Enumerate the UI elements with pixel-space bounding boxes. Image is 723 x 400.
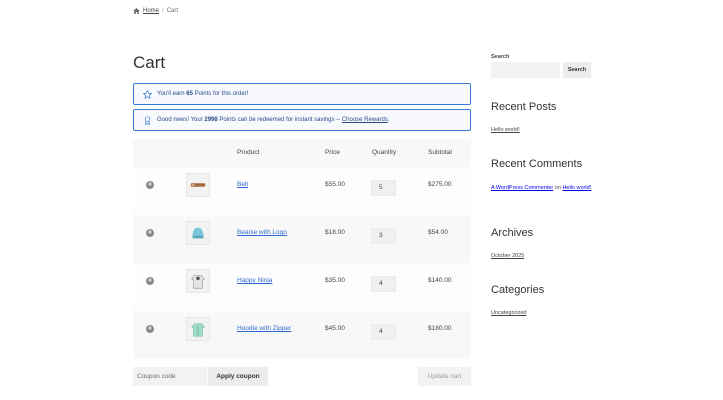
recent-posts-heading: Recent Posts bbox=[491, 101, 557, 113]
archives-heading: Archives bbox=[491, 227, 534, 239]
breadcrumb-current: Cart bbox=[166, 8, 179, 14]
recent-post-link[interactable]: Hello world! bbox=[491, 127, 520, 133]
sidebar-search-label: Search bbox=[491, 54, 510, 60]
product-price: $18.00 bbox=[325, 229, 345, 236]
choose-rewards-link[interactable]: Choose Rewards bbox=[342, 117, 388, 123]
breadcrumb: Home / Cart bbox=[133, 8, 178, 14]
points-redeem-notice: Good news! Your 2998 Points can be redee… bbox=[133, 109, 471, 131]
header-subtotal: Subtotal bbox=[428, 149, 452, 156]
quantity-input[interactable]: 4 bbox=[371, 324, 396, 340]
breadcrumb-home-link[interactable]: Home bbox=[143, 8, 159, 14]
home-icon bbox=[133, 8, 140, 14]
product-thumbnail[interactable] bbox=[186, 173, 210, 197]
remove-item-button[interactable]: × bbox=[146, 325, 154, 333]
category-link[interactable]: Uncategorized bbox=[491, 310, 526, 316]
remove-item-button[interactable]: × bbox=[146, 277, 154, 285]
sidebar-search-input[interactable] bbox=[491, 62, 560, 78]
archive-link[interactable]: October 2025 bbox=[491, 253, 524, 259]
table-row: × Hoodie with Zipper $45.00 4 $180.00 bbox=[133, 311, 471, 359]
cart-table: Product Price Quantity Subtotal × Belt $… bbox=[133, 139, 471, 359]
update-cart-button[interactable]: Update cart bbox=[418, 367, 471, 386]
hoodie-icon bbox=[191, 275, 205, 289]
product-name-link[interactable]: Hoodie with Zipper bbox=[237, 325, 291, 332]
recent-comments-heading: Recent Comments bbox=[491, 158, 583, 170]
categories-heading: Categories bbox=[491, 284, 545, 296]
sidebar-search-button[interactable]: Search bbox=[563, 62, 591, 78]
zip-hoodie-icon bbox=[191, 323, 205, 337]
table-row: × Beanie with Logo $18.00 3 $54.00 bbox=[133, 215, 471, 263]
page-title: Cart bbox=[133, 53, 166, 72]
cart-table-header: Product Price Quantity Subtotal bbox=[133, 139, 471, 167]
points-earn-notice: You'll earn 65 Points for this order! bbox=[133, 83, 471, 105]
star-icon bbox=[143, 89, 152, 99]
product-thumbnail[interactable] bbox=[186, 317, 210, 341]
product-price: $35.00 bbox=[325, 277, 345, 284]
header-quantity: Quantity bbox=[372, 149, 397, 156]
header-product: Product bbox=[237, 149, 260, 156]
product-name-link[interactable]: Belt bbox=[237, 181, 248, 188]
belt-icon bbox=[190, 183, 206, 187]
table-row: × Belt $55.00 5 $275.00 bbox=[133, 167, 471, 215]
product-thumbnail[interactable] bbox=[186, 269, 210, 293]
remove-item-button[interactable]: × bbox=[146, 181, 154, 189]
comment-author-link[interactable]: A WordPress Commenter bbox=[491, 185, 553, 191]
product-thumbnail[interactable] bbox=[186, 221, 210, 245]
product-price: $55.00 bbox=[325, 181, 345, 188]
recent-comment-item: A WordPress Commenter on Hello world! bbox=[491, 185, 592, 191]
header-price: Price bbox=[325, 149, 340, 156]
remove-item-button[interactable]: × bbox=[146, 229, 154, 237]
product-subtotal: $275.00 bbox=[428, 181, 452, 188]
table-row: × Happy Ninja $35.00 4 $140.00 bbox=[133, 263, 471, 311]
quantity-input[interactable]: 4 bbox=[371, 276, 396, 292]
beanie-icon bbox=[192, 227, 204, 239]
product-name-link[interactable]: Beanie with Logo bbox=[237, 229, 287, 236]
product-subtotal: $180.00 bbox=[428, 325, 452, 332]
comment-post-link[interactable]: Hello world! bbox=[562, 185, 591, 191]
product-price: $45.00 bbox=[325, 325, 345, 332]
breadcrumb-separator: / bbox=[162, 8, 164, 14]
coupon-code-input[interactable]: Coupon code bbox=[133, 367, 207, 386]
product-subtotal: $140.00 bbox=[428, 277, 452, 284]
apply-coupon-button[interactable]: Apply coupon bbox=[208, 367, 268, 386]
quantity-input[interactable]: 5 bbox=[371, 180, 396, 196]
product-subtotal: $54.00 bbox=[428, 229, 448, 236]
product-name-link[interactable]: Happy Ninja bbox=[237, 277, 272, 284]
award-icon bbox=[144, 115, 151, 125]
quantity-input[interactable]: 3 bbox=[371, 228, 396, 244]
